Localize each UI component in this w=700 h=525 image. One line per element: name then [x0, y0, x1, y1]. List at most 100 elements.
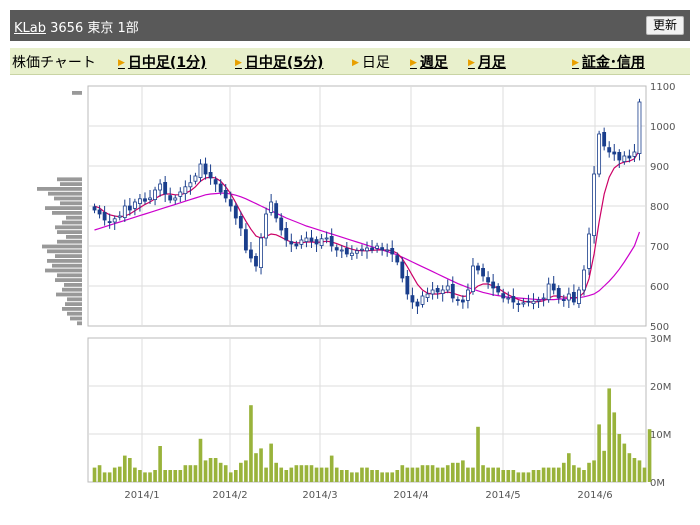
- candle-body: [163, 181, 168, 195]
- candle-body: [334, 247, 339, 251]
- candle-body: [400, 261, 405, 279]
- volume-bar: [370, 470, 374, 482]
- volume-bar: [602, 450, 606, 482]
- candle-body: [501, 293, 506, 299]
- candle-body: [491, 281, 496, 289]
- volume-profile-bar: [56, 292, 82, 297]
- volume-bar: [279, 467, 284, 482]
- volume-bar: [324, 467, 329, 482]
- candle-body: [132, 201, 137, 209]
- volume-bar: [642, 467, 647, 482]
- candle-body: [395, 255, 400, 263]
- candle-body: [193, 175, 198, 182]
- volume-profile-bar: [60, 182, 82, 186]
- volume-bar: [355, 472, 359, 482]
- volume-bar: [627, 453, 632, 482]
- volume-bar: [249, 405, 253, 482]
- volume-bar: [420, 465, 425, 482]
- volume-profile-bar: [45, 268, 82, 273]
- price-tick-label: 500: [650, 322, 669, 333]
- candle-body: [481, 267, 485, 277]
- candle-body: [319, 238, 324, 247]
- volume-bar: [138, 470, 142, 482]
- volume-bar: [117, 466, 122, 482]
- candle-body: [198, 163, 203, 179]
- candle-body: [486, 277, 491, 283]
- candle-body: [566, 293, 571, 301]
- candle-body: [385, 249, 390, 252]
- candle-body: [102, 211, 107, 221]
- candle-body: [264, 213, 268, 239]
- candle-body: [612, 151, 617, 155]
- candle-body: [430, 289, 435, 295]
- volume-profile-bar: [52, 263, 82, 268]
- month-label: 2014/2: [212, 490, 247, 501]
- candle-body: [269, 201, 274, 213]
- volume-bar: [375, 470, 379, 482]
- month-label: 2014/6: [577, 490, 612, 501]
- volume-bar: [269, 443, 273, 482]
- volume-bar: [319, 467, 324, 482]
- candle-body: [97, 209, 102, 215]
- stock-chart: 500 600 700 800 900 1000 1100 0M 10M 20M 30M 2014/1…: [37, 82, 675, 501]
- candle-body: [546, 283, 551, 301]
- candle-body: [309, 237, 314, 242]
- candle-body: [354, 250, 359, 254]
- volume-bar: [567, 453, 571, 482]
- volume-bar: [445, 465, 450, 482]
- volume-bar: [203, 460, 208, 482]
- volume-bar: [501, 470, 506, 482]
- candle-body: [223, 189, 228, 199]
- candle-body: [410, 295, 415, 303]
- volume-bar: [647, 429, 652, 482]
- volume-bar: [228, 472, 233, 482]
- candle-body: [577, 289, 581, 305]
- volume-bar: [218, 462, 223, 482]
- volume-bar: [304, 465, 309, 482]
- price-tick-label: 1100: [650, 82, 675, 93]
- volume-bar: [289, 467, 294, 482]
- candle-body: [183, 186, 188, 195]
- volume-profile-bar: [72, 91, 82, 95]
- volume-bar: [274, 462, 278, 482]
- volume-bar: [329, 455, 334, 482]
- candle-body: [117, 215, 122, 218]
- candle-body: [238, 215, 243, 229]
- volume-bar: [345, 470, 349, 482]
- candle-body: [435, 287, 440, 293]
- volume-bar: [163, 470, 167, 482]
- candle-body: [153, 189, 157, 201]
- volume-bar: [299, 465, 304, 482]
- volume-profile-bar: [65, 302, 82, 306]
- volume-bar: [456, 462, 460, 482]
- candle-body: [148, 197, 152, 201]
- volume-bar: [471, 467, 475, 482]
- volume-bar: [254, 453, 258, 482]
- volume-bar: [450, 462, 455, 482]
- volume-bar: [380, 472, 384, 482]
- volume-bar: [133, 467, 137, 482]
- candle-body: [178, 191, 183, 197]
- candle-body: [254, 255, 258, 267]
- volume-profile-bar: [57, 239, 82, 244]
- month-label: 2014/4: [393, 490, 428, 501]
- volume-profile-bar: [55, 225, 82, 230]
- candle-body: [173, 197, 178, 201]
- candle-body: [370, 247, 374, 251]
- candle-body: [324, 237, 329, 240]
- volume-profile-bar: [62, 307, 82, 311]
- volume-bar: [597, 424, 601, 482]
- volume-bar: [440, 467, 445, 482]
- volume-bar: [415, 467, 420, 482]
- candle-body: [526, 300, 531, 303]
- volume-profile-bar: [55, 254, 82, 258]
- volume-tick-label: 0M: [650, 478, 665, 489]
- volume-panel: [87, 337, 647, 483]
- volume-bar: [360, 467, 364, 482]
- volume-bar: [400, 465, 405, 482]
- volume-profile-bar: [57, 230, 82, 234]
- volume-bar: [223, 465, 228, 482]
- month-label: 2014/1: [124, 490, 159, 501]
- volume-bar: [617, 434, 622, 482]
- price-tick-label: 700: [650, 242, 669, 253]
